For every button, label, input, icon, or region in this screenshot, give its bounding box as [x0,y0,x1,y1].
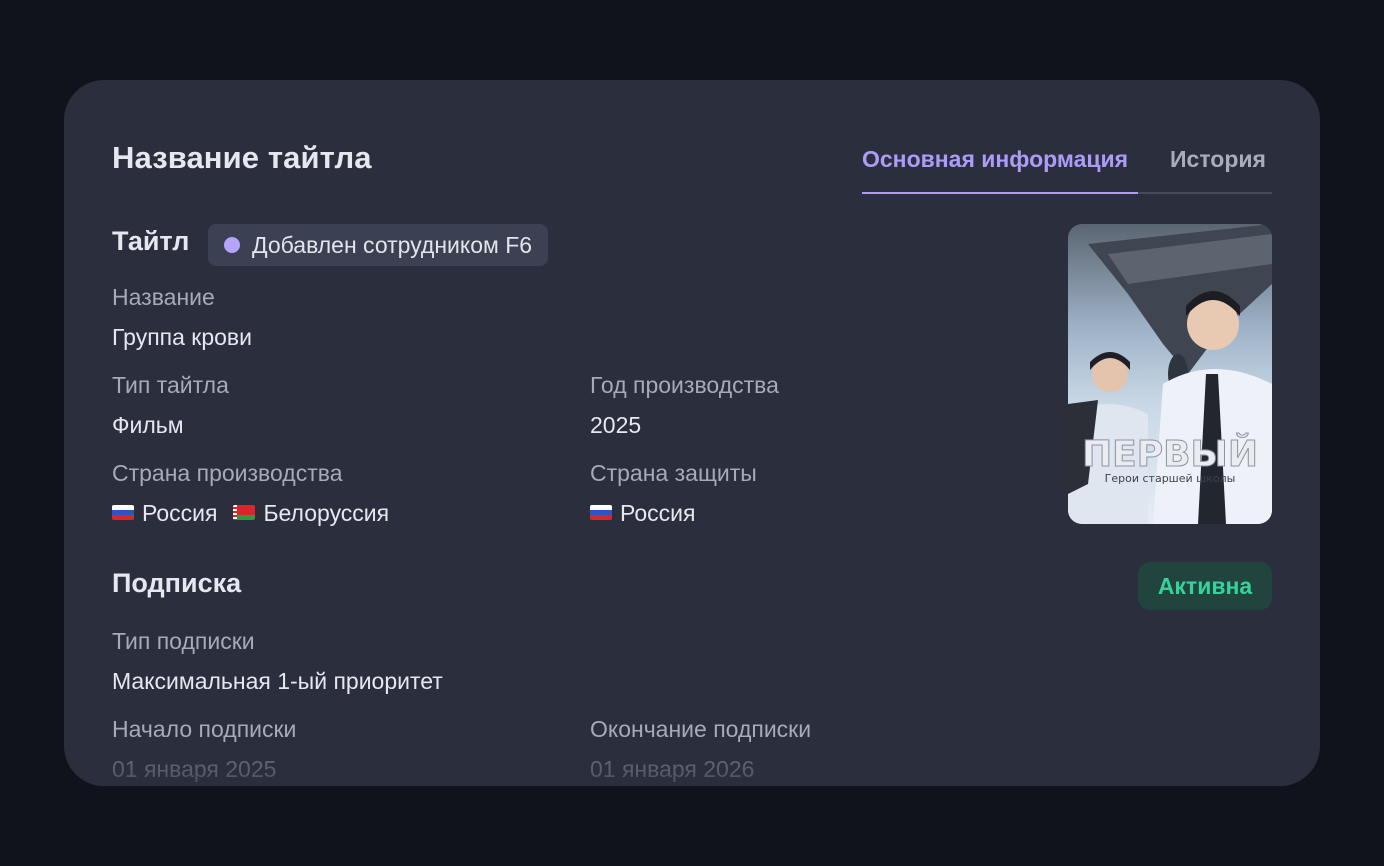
subscription-start-value: 01 января 2025 [112,756,277,782]
country-russia: Россия [112,500,217,527]
subscription-end-label: Окончание подписки [590,716,812,742]
country-name: Россия [142,500,218,526]
section-title-heading: Тайтл [112,226,190,256]
subscription-status-badge: Активна [1138,562,1272,610]
tab-bar: Основная информация История [862,144,1272,194]
title-type-label: Тип тайтла [112,372,229,398]
country-russia: Россия [590,500,695,527]
title-poster: ПЕРВЫЙ Герои старшей школы [1068,224,1272,524]
page-title: Название тайтла [112,140,372,175]
country-name: Белоруссия [263,500,390,526]
name-value: Группа крови [112,324,252,350]
added-by-badge: Добавлен сотрудником F6 [208,224,549,266]
tab-main-info[interactable]: Основная информация [862,146,1128,173]
production-country-label: Страна производства [112,460,343,486]
added-by-text: Добавлен сотрудником F6 [252,231,533,258]
title-type-value: Фильм [112,412,184,438]
protection-countries: Россия [590,500,695,527]
country-name: Россия [620,500,696,526]
name-label: Название [112,284,215,310]
poster-subtitle-text: Герои старшей школы [1105,472,1236,485]
subscription-end-value: 01 января 2026 [590,756,755,782]
status-dot-icon [224,237,240,253]
subscription-type-label: Тип подписки [112,628,255,654]
flag-belarus-icon [233,505,256,520]
production-countries: Россия Белоруссия [112,500,389,527]
subscription-heading: Подписка [112,568,242,598]
title-card: Название тайтла Основная информация Исто… [64,80,1320,786]
subscription-start-label: Начало подписки [112,716,297,742]
protection-country-label: Страна защиты [590,460,757,486]
year-value: 2025 [590,412,642,438]
flag-russia-icon [590,505,612,520]
poster-title-text: ПЕРВЫЙ [1082,433,1258,475]
tab-history[interactable]: История [1170,146,1266,173]
year-label: Год производства [590,372,779,398]
flag-russia-icon [112,505,134,520]
country-belarus: Белоруссия [233,500,389,527]
subscription-type-value: Максимальная 1-ый приоритет [112,668,443,694]
active-tab-indicator [862,192,1138,194]
